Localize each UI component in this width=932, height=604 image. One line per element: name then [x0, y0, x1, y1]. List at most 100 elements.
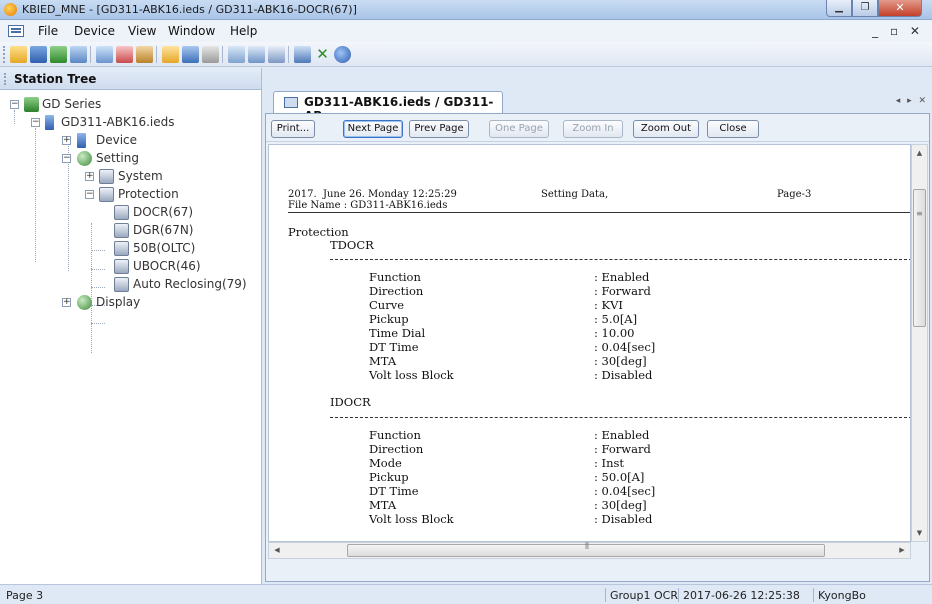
- tree-node-label: Device: [96, 133, 138, 147]
- report-page-number: Page-3: [777, 189, 812, 200]
- menu-bar: File Device View Window Help _ ▫ ✕: [0, 20, 932, 42]
- tree-node-dgr67n[interactable]: DGR(67N): [0, 222, 220, 239]
- tab-navigation[interactable]: ◂ ▸ ✕: [896, 96, 928, 106]
- collapse-toggle[interactable]: −: [10, 100, 19, 109]
- expand-toggle[interactable]: +: [62, 298, 71, 307]
- monitor-icon[interactable]: [182, 46, 199, 63]
- tree-node-protection[interactable]: − Protection: [0, 186, 200, 203]
- document-menu-icon[interactable]: [8, 25, 24, 37]
- list-icon[interactable]: [96, 46, 113, 63]
- setting-value: : 5.0[A]: [594, 312, 638, 326]
- setting-key: Direction: [369, 442, 424, 456]
- menu-view[interactable]: View: [128, 24, 156, 38]
- print-preview-toolbar: Print... Next Page Prev Page One Page Zo…: [266, 114, 929, 142]
- one-page-button[interactable]: One Page: [489, 120, 549, 138]
- status-bar: Page 3 Group1 OCR 2017-06-26 12:25:38 Ky…: [0, 584, 932, 604]
- setting-key: MTA: [369, 354, 397, 368]
- setting-value: : 30[deg]: [594, 498, 647, 512]
- setting-value: : Enabled: [594, 270, 650, 284]
- expand-toggle[interactable]: +: [85, 172, 94, 181]
- tree-node-ieds-file[interactable]: − GD311-ABK16.ieds: [0, 114, 220, 131]
- setting-key: MTA: [369, 498, 397, 512]
- close-preview-button[interactable]: Close: [707, 120, 759, 138]
- tree-node-auto-reclosing79[interactable]: Auto Reclosing(79): [0, 276, 247, 293]
- scroll-down-icon[interactable]: ▼: [912, 525, 927, 541]
- block-title: IDOCR: [330, 395, 371, 409]
- title-bar: KBIED_MNE - [GD311-ABK16.ieds / GD311-AB…: [0, 0, 932, 20]
- setting-value: : Enabled: [594, 428, 650, 442]
- tree-node-label: 50B(OLTC): [133, 241, 196, 255]
- window-icon[interactable]: [228, 46, 245, 63]
- prev-page-button[interactable]: Prev Page: [409, 120, 469, 138]
- report-page[interactable]: 2017. June 26. Monday 12:25:29 Setting D…: [268, 144, 911, 542]
- zoom-out-button[interactable]: Zoom Out: [633, 120, 699, 138]
- setting-key: DT Time: [369, 340, 419, 354]
- tree-node-system[interactable]: + System: [0, 168, 200, 185]
- settings-page-icon: [114, 259, 129, 274]
- setting-key: Volt loss Block: [369, 512, 454, 526]
- collapse-toggle[interactable]: −: [31, 118, 40, 127]
- tree-node-ubocr46[interactable]: UBOCR(46): [0, 258, 220, 275]
- delete-icon[interactable]: ✕: [314, 46, 331, 63]
- menu-device[interactable]: Device: [74, 24, 115, 38]
- document-area: GD311-ABK16.ieds / GD311-AB... ◂ ▸ ✕ Pri…: [263, 68, 932, 584]
- menu-window[interactable]: Window: [168, 24, 215, 38]
- collapse-toggle[interactable]: −: [62, 154, 71, 163]
- tree-node-setting[interactable]: − Setting: [0, 150, 200, 167]
- horizontal-scrollbar[interactable]: ◀ ⦀ ▶: [268, 542, 911, 559]
- scroll-up-icon[interactable]: ▲: [912, 145, 927, 161]
- transfer-icon[interactable]: [116, 46, 133, 63]
- edit-icon[interactable]: [50, 46, 67, 63]
- vertical-scrollbar[interactable]: ▲ ≡ ▼: [911, 144, 928, 542]
- station-tree-panel: Station Tree − GD Series − GD311-ABK16.i…: [0, 68, 262, 584]
- connect-icon[interactable]: [162, 46, 179, 63]
- zoom-in-button[interactable]: Zoom In: [563, 120, 623, 138]
- document-icon[interactable]: [202, 46, 219, 63]
- setting-key: Curve: [369, 298, 405, 312]
- setting-value: : Inst: [594, 456, 625, 470]
- gear-icon: [77, 295, 92, 310]
- tree-node-50b-oltc[interactable]: 50B(OLTC): [0, 240, 220, 257]
- block-rule: [330, 259, 910, 260]
- expand-toggle[interactable]: +: [62, 136, 71, 145]
- help-icon[interactable]: [334, 46, 351, 63]
- toolbar-grip[interactable]: [3, 46, 5, 63]
- setting-value: : 30[deg]: [594, 354, 647, 368]
- mdi-window-controls[interactable]: _ ▫ ✕: [872, 24, 924, 38]
- scroll-left-icon[interactable]: ◀: [269, 543, 285, 558]
- station-tree-header: Station Tree: [0, 68, 261, 90]
- setting-key: Mode: [369, 456, 402, 470]
- device-icon: [45, 115, 54, 130]
- status-page: Page 3: [6, 589, 44, 602]
- tab-document[interactable]: GD311-ABK16.ieds / GD311-AB...: [273, 91, 503, 123]
- menu-file[interactable]: File: [38, 24, 58, 38]
- print-button[interactable]: Print...: [271, 120, 315, 138]
- maximize-button[interactable]: ❐: [852, 0, 878, 17]
- report-file-name: File Name : GD311-ABK16.ieds: [288, 200, 448, 211]
- save-icon[interactable]: [30, 46, 47, 63]
- tree-node-docr67[interactable]: DOCR(67): [0, 204, 220, 221]
- collapse-toggle[interactable]: −: [85, 190, 94, 199]
- settings-icon[interactable]: [136, 46, 153, 63]
- network-icon[interactable]: [70, 46, 87, 63]
- minimize-button[interactable]: ▁: [826, 0, 852, 17]
- status-datetime: 2017-06-26 12:25:38: [683, 589, 800, 602]
- close-window-button[interactable]: ✕: [878, 0, 922, 17]
- open-folder-icon[interactable]: [10, 46, 27, 63]
- event-icon[interactable]: [268, 46, 285, 63]
- settings-page-icon: [114, 223, 129, 238]
- waveform-icon[interactable]: [248, 46, 265, 63]
- tree-node-display[interactable]: + Display: [0, 294, 200, 311]
- header-rule: [288, 212, 910, 213]
- tree-node-gd-series[interactable]: − GD Series: [0, 96, 200, 113]
- status-group: Group1 OCR: [610, 589, 678, 602]
- download-icon[interactable]: [294, 46, 311, 63]
- tree-node-label: Setting: [96, 151, 139, 165]
- tree-node-device[interactable]: + Device: [0, 132, 200, 149]
- setting-key: Function: [369, 270, 421, 284]
- next-page-button[interactable]: Next Page: [343, 120, 403, 138]
- print-preview-frame: Print... Next Page Prev Page One Page Zo…: [265, 113, 930, 582]
- scroll-right-icon[interactable]: ▶: [894, 543, 910, 558]
- menu-help[interactable]: Help: [230, 24, 257, 38]
- setting-key: DT Time: [369, 484, 419, 498]
